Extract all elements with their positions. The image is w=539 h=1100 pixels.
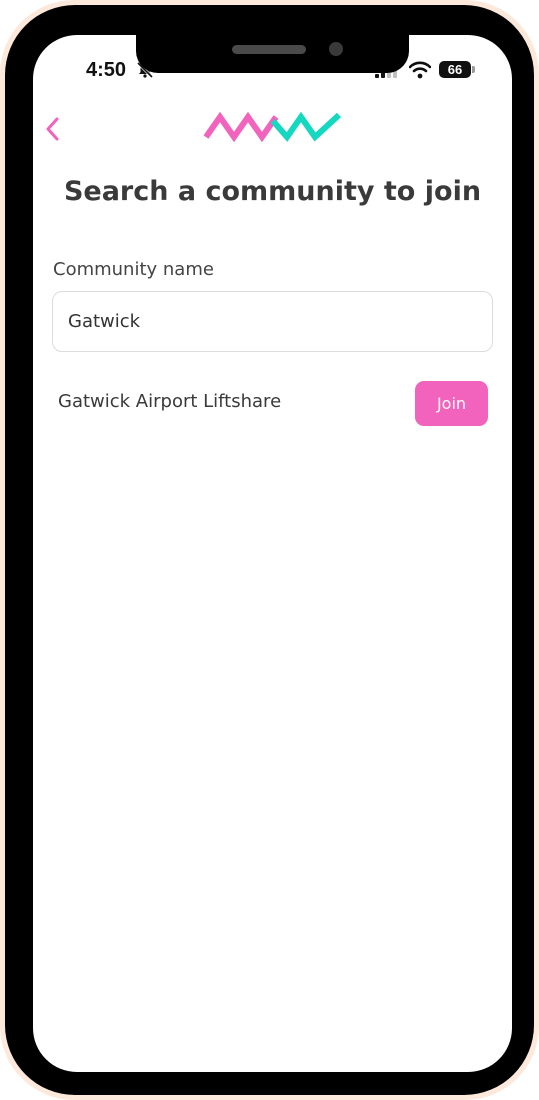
earpiece-speaker (232, 45, 306, 54)
community-result-name: Gatwick Airport Liftshare (58, 391, 282, 412)
page-title: Search a community to join (63, 176, 482, 207)
zigzag-logo-icon (203, 111, 342, 143)
chevron-left-icon (46, 117, 59, 141)
result-row: Gatwick Airport Liftshare Join (52, 379, 493, 427)
front-camera (329, 42, 343, 56)
wifi-icon (409, 61, 431, 79)
battery-cap (472, 66, 475, 73)
status-time: 4:50 (86, 59, 127, 81)
phone-notch (136, 35, 409, 73)
community-name-label: Community name (53, 259, 214, 280)
community-search-input[interactable] (52, 291, 493, 352)
join-button[interactable]: Join (415, 381, 488, 426)
back-button[interactable] (37, 111, 69, 147)
app-screen: 4:50 66 Search a community to join Commu… (33, 35, 512, 1072)
battery-indicator: 66 (439, 61, 471, 78)
